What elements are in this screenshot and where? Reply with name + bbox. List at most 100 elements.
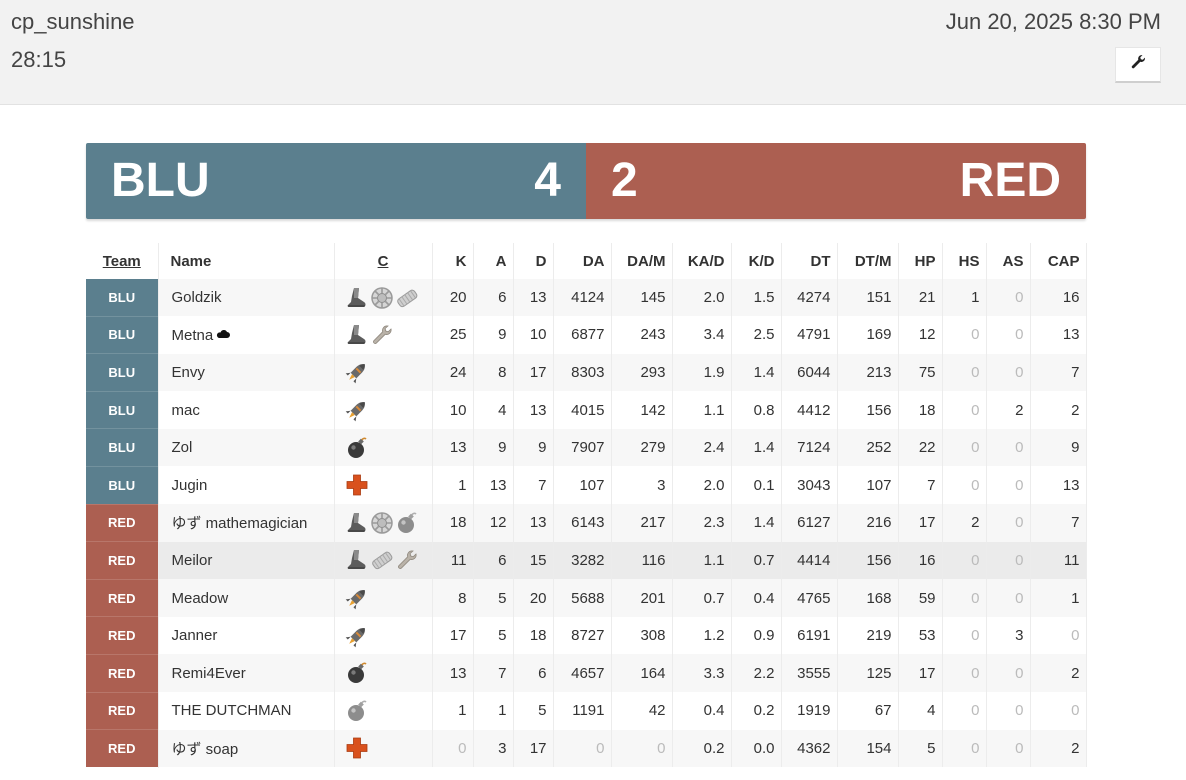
classes-played-cell [334, 316, 433, 354]
stat-assists: 5 [473, 579, 514, 617]
player-name[interactable]: mac [172, 402, 200, 419]
stat-kills: 13 [432, 654, 474, 693]
classes-played-cell [334, 579, 433, 617]
stat-captures: 9 [1030, 428, 1087, 467]
team-badge: RED [86, 579, 159, 618]
stat-kills: 20 [432, 279, 474, 317]
settings-button[interactable] [1115, 47, 1161, 83]
stat-deaths: 7 [513, 466, 554, 505]
table-header-row: Team Name C K A D DA DA/M KA/D K/D DT DT… [86, 243, 1087, 279]
player-name[interactable]: Meilor [172, 552, 213, 569]
stat-deaths: 5 [513, 692, 554, 730]
stat-airshots: 0 [986, 353, 1031, 392]
classes-played-cell [334, 428, 433, 467]
stat-damage-taken: 4765 [781, 579, 838, 617]
stat-headshots: 0 [942, 579, 987, 617]
player-name-cell[interactable]: Jugin [158, 466, 335, 505]
stat-healthpacks: 75 [898, 353, 943, 392]
stat-kd: 2.5 [731, 316, 782, 354]
player-name-cell[interactable]: Remi4Ever [158, 654, 335, 693]
stat-airshots: 0 [986, 316, 1031, 354]
stat-headshots: 0 [942, 391, 987, 429]
classes-played-cell [334, 692, 433, 730]
wrench-icon [395, 548, 419, 572]
player-name-cell[interactable]: ゆず mathemagician [158, 504, 335, 542]
player-name[interactable]: ゆず mathemagician [172, 515, 308, 532]
col-kills: K [432, 243, 474, 279]
stat-damage-taken: 1919 [781, 692, 838, 730]
player-name-cell[interactable]: THE DUTCHMAN [158, 692, 335, 730]
classes-played-cell [334, 616, 433, 655]
player-name[interactable]: Zol [172, 439, 193, 456]
player-name-cell[interactable]: ゆず soap [158, 729, 335, 768]
player-name[interactable]: Envy [172, 364, 205, 381]
player-name-cell[interactable]: Meilor [158, 541, 335, 580]
stat-kills: 11 [432, 541, 474, 580]
table-row: BLU Envy 24 8 17 8303 293 1.9 1.4 6044 213 75 0 0 7 [86, 353, 1087, 392]
player-name[interactable]: Janner [172, 627, 218, 644]
wrench-icon [370, 323, 394, 347]
stat-damage-taken-per-minute: 156 [837, 391, 899, 429]
player-name[interactable]: Metna [172, 327, 214, 344]
stat-kills: 17 [432, 616, 474, 655]
player-stats-table: Team Name C K A D DA DA/M KA/D K/D DT DT… [86, 243, 1087, 768]
table-row: RED ゆず soap 0 3 17 0 0 0.2 0.0 4362 154 5 0 0 2 [86, 729, 1087, 768]
stat-deaths: 18 [513, 616, 554, 655]
player-name-cell[interactable]: mac [158, 391, 335, 429]
player-name-cell[interactable]: Janner [158, 616, 335, 655]
stat-damage: 107 [553, 466, 612, 505]
player-name-cell[interactable]: Zol [158, 428, 335, 467]
stat-damage-taken: 7124 [781, 428, 838, 467]
stat-kad: 0.4 [672, 692, 732, 730]
team-badge: RED [86, 692, 159, 731]
stat-kd: 0.4 [731, 579, 782, 617]
stat-kd: 1.4 [731, 353, 782, 392]
stat-damage-taken-per-minute: 168 [837, 579, 899, 617]
player-name[interactable]: THE DUTCHMAN [172, 702, 292, 719]
boots-icon [345, 323, 369, 347]
player-name-cell[interactable]: Envy [158, 353, 335, 392]
player-name[interactable]: Meadow [172, 590, 229, 607]
red-team-score: 2 [611, 154, 638, 207]
classes-played-cell [334, 279, 433, 317]
col-class[interactable]: C [334, 243, 433, 279]
table-row: RED THE DUTCHMAN 1 1 5 1191 42 0.4 0.2 1919 67 4 0 0 0 [86, 692, 1087, 731]
rocket-icon [345, 398, 369, 422]
stat-damage-per-minute: 243 [611, 316, 673, 354]
player-name-cell[interactable]: Goldzik [158, 279, 335, 317]
stat-healthpacks: 7 [898, 466, 943, 505]
classes-played-cell [334, 466, 433, 505]
col-team[interactable]: Team [86, 243, 159, 279]
col-name: Name [158, 243, 335, 279]
stat-assists: 7 [473, 654, 514, 693]
stat-damage-taken: 4362 [781, 729, 838, 768]
player-name[interactable]: Jugin [172, 477, 208, 494]
player-name[interactable]: ゆず soap [172, 741, 239, 758]
stat-airshots: 0 [986, 579, 1031, 617]
stat-headshots: 2 [942, 504, 987, 542]
stat-airshots: 0 [986, 466, 1031, 505]
boots-icon [345, 548, 369, 572]
stat-damage-taken-per-minute: 125 [837, 654, 899, 693]
stat-assists: 3 [473, 729, 514, 768]
player-name[interactable]: Remi4Ever [172, 665, 246, 682]
stat-healthpacks: 4 [898, 692, 943, 730]
medkit-pack-icon [370, 548, 394, 572]
classes-played-cell [334, 654, 433, 693]
stat-headshots: 0 [942, 428, 987, 467]
stat-damage-taken: 4274 [781, 279, 838, 317]
stat-damage-taken-per-minute: 67 [837, 692, 899, 730]
stat-kd: 0.0 [731, 729, 782, 768]
player-name-cell[interactable]: Meadow [158, 579, 335, 617]
stat-kad: 3.4 [672, 316, 732, 354]
col-healthpacks: HP [898, 243, 943, 279]
stat-damage-taken-per-minute: 156 [837, 541, 899, 580]
stat-damage-taken-per-minute: 154 [837, 729, 899, 768]
player-name[interactable]: Goldzik [172, 289, 222, 306]
stat-damage-taken: 6127 [781, 504, 838, 542]
table-row: BLU mac 10 4 13 4015 142 1.1 0.8 4412 156 18 0 2 2 [86, 391, 1087, 430]
player-name-cell[interactable]: Metna [158, 316, 335, 354]
stat-headshots: 0 [942, 466, 987, 505]
boots-icon [345, 286, 369, 310]
bomb-gray-icon [345, 699, 369, 723]
